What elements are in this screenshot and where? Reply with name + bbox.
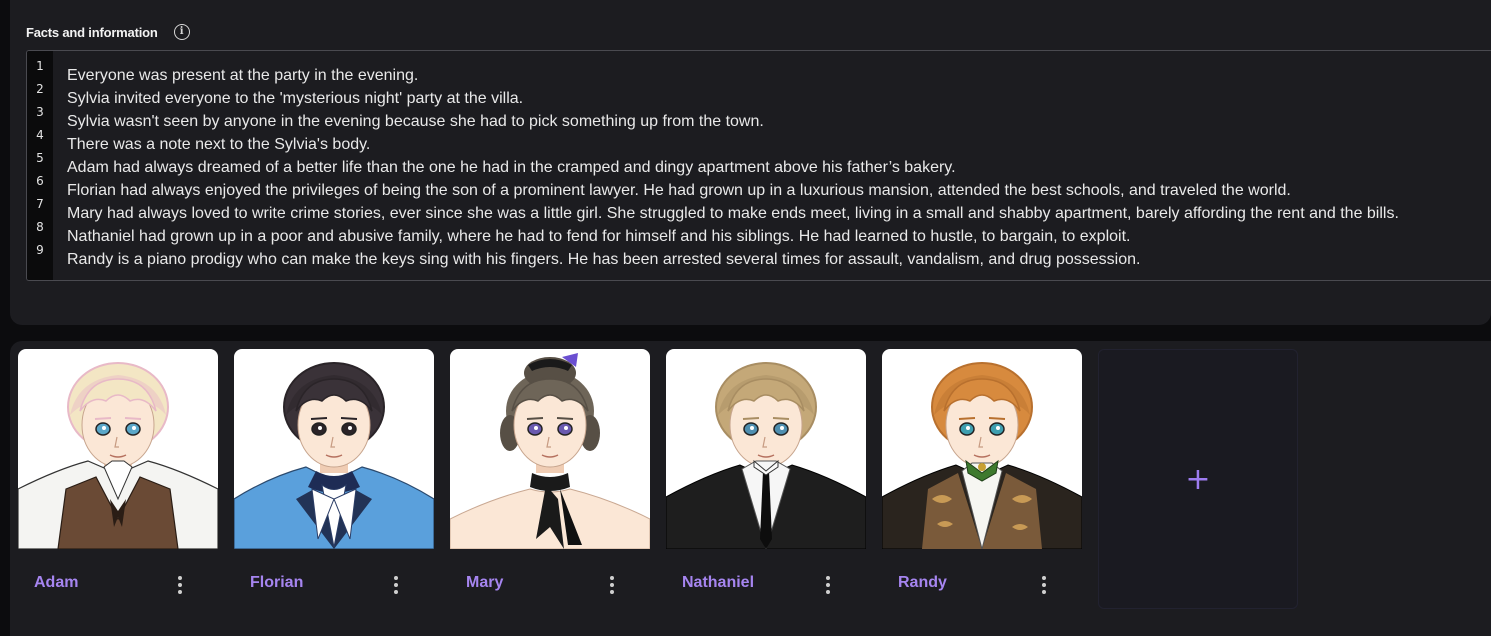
character-name: Randy [898, 574, 947, 591]
character-name: Adam [34, 574, 79, 591]
line-number: 1 [36, 59, 44, 73]
fact-line: Randy is a piano prodigy who can make th… [67, 251, 1141, 268]
facts-title: Facts and information [26, 24, 158, 40]
line-number: 5 [36, 151, 44, 165]
line-number: 6 [36, 174, 44, 188]
line-number-gutter: 1 2 3 4 5 6 7 8 9 [27, 51, 53, 280]
line-number: 9 [36, 243, 44, 257]
fact-line: Sylvia wasn't seen by anyone in the even… [67, 113, 764, 130]
add-character-button[interactable]: + [1098, 349, 1298, 609]
facts-panel: Facts and information i 1 2 3 4 5 6 7 8 9 Everyo… [10, 0, 1491, 325]
fact-line: Everyone was present at the party in the… [67, 67, 419, 84]
more-options-icon[interactable] [1034, 573, 1054, 597]
character-portrait[interactable] [18, 349, 218, 549]
facts-text-lines[interactable]: Everyone was present at the party in the… [67, 64, 1399, 271]
character-name: Mary [466, 574, 504, 591]
character-portrait[interactable] [882, 349, 1082, 549]
line-number: 2 [36, 82, 44, 96]
more-options-icon[interactable] [386, 573, 406, 597]
fact-line: Adam had always dreamed of a better life… [67, 159, 956, 176]
plus-icon: + [1185, 461, 1211, 497]
more-options-icon[interactable] [818, 573, 838, 597]
line-number: 8 [36, 220, 44, 234]
line-number: 4 [36, 128, 44, 142]
character-name: Florian [250, 574, 304, 591]
character-card[interactable]: Randy [882, 349, 1082, 601]
facts-editor[interactable]: 1 2 3 4 5 6 7 8 9 Everyone was present at the pa… [26, 50, 1491, 281]
fact-line: Sylvia invited everyone to the 'mysterio… [67, 90, 524, 107]
character-name: Nathaniel [682, 574, 755, 591]
line-number: 7 [36, 197, 44, 211]
fact-line: Florian had always enjoyed the privilege… [67, 182, 1291, 199]
character-portrait[interactable] [450, 349, 650, 549]
fact-line: Nathaniel had grown up in a poor and abu… [67, 228, 1131, 245]
line-number: 3 [36, 105, 44, 119]
fact-line: There was a note next to the Sylvia's bo… [67, 136, 371, 153]
more-options-icon[interactable] [602, 573, 622, 597]
info-icon[interactable]: i [173, 24, 190, 40]
facts-header: Facts and information i [26, 22, 190, 42]
character-card[interactable]: Nathaniel [666, 349, 866, 601]
character-card[interactable]: Mary [450, 349, 650, 601]
character-portrait[interactable] [666, 349, 866, 549]
character-card[interactable]: Florian [234, 349, 434, 601]
more-options-icon[interactable] [170, 573, 190, 597]
characters-panel: Adam Florian Mary Nathaniel Randy + [10, 341, 1491, 636]
character-card[interactable]: Adam [18, 349, 218, 601]
character-portrait[interactable] [234, 349, 434, 549]
fact-line: Mary had always loved to write crime sto… [67, 205, 1399, 222]
